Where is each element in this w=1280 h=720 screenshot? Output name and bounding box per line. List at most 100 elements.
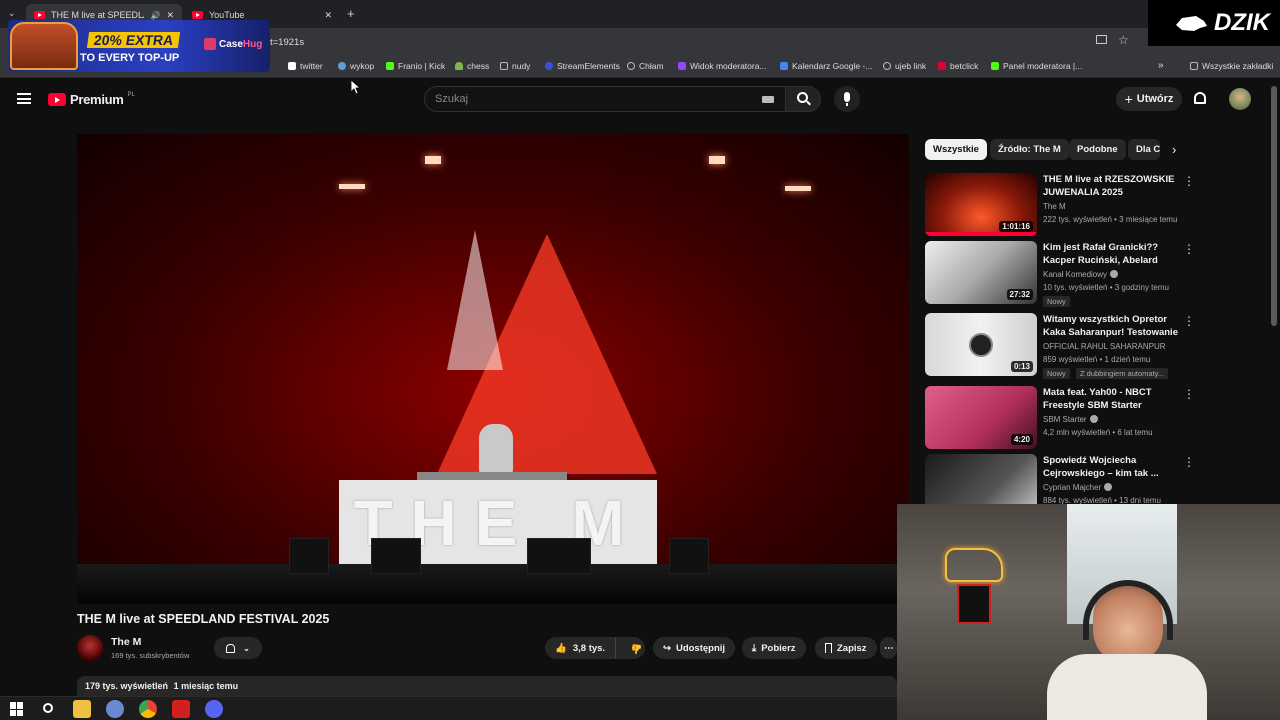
- region-code: PL: [127, 91, 135, 98]
- wykop-icon: [338, 62, 346, 70]
- share-button[interactable]: ↪ Udostępnij: [653, 637, 736, 659]
- channel-name[interactable]: The M: [111, 636, 141, 648]
- more-vertical-icon[interactable]: ⋮: [1183, 456, 1195, 470]
- dislike-button[interactable]: 👍: [621, 643, 653, 654]
- video-title[interactable]: Mata feat. Yah00 - NBCT Freestyle SBM St…: [1043, 386, 1183, 412]
- bookmark-chlam[interactable]: Chłam: [627, 61, 664, 71]
- keyboard-icon[interactable]: [762, 96, 774, 103]
- bookmarks-overflow-icon[interactable]: »: [1158, 60, 1164, 71]
- bookmark-ujeb-link[interactable]: ujeb link: [883, 61, 926, 71]
- bookmark-twitter[interactable]: twitter: [288, 61, 323, 71]
- bookmark-betclick[interactable]: betclick: [938, 61, 978, 71]
- speaker-stack: [371, 538, 421, 574]
- webcam-overlay: [897, 504, 1280, 720]
- channel-name[interactable]: Cyprian Majcher: [1043, 483, 1113, 492]
- folder-icon: [500, 62, 508, 70]
- streamer-body: [1047, 654, 1207, 720]
- channel-avatar[interactable]: [77, 635, 103, 661]
- casehug-cube-icon: [204, 38, 216, 50]
- app-icon[interactable]: [106, 700, 124, 718]
- speaker-icon[interactable]: 🔊: [150, 11, 160, 20]
- video-thumbnail[interactable]: 27:32: [925, 241, 1037, 304]
- chip-all[interactable]: Wszystkie: [925, 139, 987, 160]
- search-input[interactable]: Szukaj: [424, 86, 786, 112]
- recommendation-item[interactable]: 1:01:16 THE M live at RZESZOWSKIE JUWENA…: [925, 173, 1195, 239]
- search-placeholder: Szukaj: [435, 93, 469, 105]
- video-title[interactable]: Kim jest Rafał Granicki?? Kacper Rucińsk…: [1043, 241, 1183, 267]
- install-app-icon[interactable]: [1096, 35, 1107, 44]
- video-player[interactable]: THE M: [77, 134, 909, 604]
- new-badge: Nowy: [1043, 296, 1070, 307]
- youtube-premium-logo[interactable]: Premium PL: [48, 92, 135, 107]
- download-button[interactable]: ⤓ Pobierz: [742, 637, 806, 659]
- menu-icon[interactable]: [17, 93, 31, 104]
- recommendation-item[interactable]: Spowiedź Wojciecha Cejrowskiego – kim ta…: [925, 454, 1195, 504]
- chrome-icon[interactable]: [139, 700, 157, 718]
- page-scrollbar[interactable]: [1271, 86, 1277, 326]
- kick-icon: [386, 62, 394, 70]
- bookmark-kalendarz[interactable]: Kalendarz Google -...: [780, 61, 872, 71]
- taskbar-search-icon[interactable]: [40, 700, 58, 718]
- channel-name[interactable]: OFFICIAL RAHUL SAHARANPUR: [1043, 342, 1166, 351]
- chip-related[interactable]: Podobne: [1069, 139, 1126, 160]
- video-title[interactable]: Spowiedź Wojciecha Cejrowskiego – kim ta…: [1043, 454, 1183, 480]
- all-bookmarks[interactable]: Wszystkie zakładki: [1190, 61, 1273, 71]
- recommendation-item[interactable]: 4:20 Mata feat. Yah00 - NBCT Freestyle S…: [925, 386, 1195, 452]
- bookmark-widok-moderatora[interactable]: Widok moderatora...: [678, 61, 767, 71]
- more-actions-button[interactable]: ⋯: [880, 637, 897, 659]
- bookmark-streamelements[interactable]: StreamElements: [545, 61, 620, 71]
- video-thumbnail[interactable]: 1:01:16: [925, 173, 1037, 236]
- windows-start-icon[interactable]: [8, 700, 26, 718]
- search-button[interactable]: [785, 86, 821, 112]
- tab-search-icon[interactable]: ⌄: [8, 8, 16, 19]
- channel-name[interactable]: Kanał Komediowy: [1043, 270, 1119, 279]
- account-avatar[interactable]: [1229, 88, 1251, 110]
- treasure-chest-icon: [10, 22, 78, 70]
- bookmark-chess[interactable]: chess: [455, 61, 489, 71]
- channel-name[interactable]: SBM Starter: [1043, 415, 1098, 424]
- bookmark-wykop[interactable]: wykop: [338, 61, 374, 71]
- upload-date: 1 miesiąc temu: [173, 681, 239, 691]
- like-button[interactable]: 👍 3,8 tys.: [545, 637, 617, 659]
- bookmark-panel-moderatora[interactable]: Panel moderatora |...: [991, 61, 1082, 71]
- subscribe-notification-button[interactable]: ⌄: [214, 637, 262, 659]
- recommendation-item[interactable]: 0:13 Witamy wszystkich Opretor Kaka Saha…: [925, 313, 1195, 379]
- chip-for-you[interactable]: Dla C: [1128, 139, 1160, 160]
- chevron-right-icon[interactable]: ›: [1172, 142, 1176, 157]
- address-text: t=1921s: [270, 37, 305, 48]
- shelf-monitor: [957, 584, 991, 624]
- create-button[interactable]: + Utwórz: [1116, 87, 1182, 111]
- video-title[interactable]: Witamy wszystkich Opretor Kaka Saharanpu…: [1043, 313, 1183, 339]
- video-duration: 4:20: [1010, 434, 1033, 445]
- save-button[interactable]: Zapisz: [815, 637, 877, 659]
- casehug-logo: Case Hug: [204, 38, 262, 50]
- video-thumbnail[interactable]: 0:13: [925, 313, 1037, 376]
- file-explorer-icon[interactable]: [73, 700, 91, 718]
- voice-search-button[interactable]: [834, 86, 860, 112]
- more-vertical-icon[interactable]: ⋮: [1183, 315, 1195, 329]
- recommendation-item[interactable]: 27:32 Kim jest Rafał Granicki?? Kacper R…: [925, 241, 1195, 307]
- bookmark-kick[interactable]: Franio | Kick: [386, 61, 445, 71]
- channel-name[interactable]: The M: [1043, 202, 1066, 211]
- speaker-stack: [527, 538, 591, 574]
- more-vertical-icon[interactable]: ⋮: [1183, 388, 1195, 402]
- new-tab-icon[interactable]: +: [347, 6, 355, 21]
- notifications-bell-icon[interactable]: [1194, 92, 1206, 104]
- more-vertical-icon[interactable]: ⋮: [1183, 243, 1195, 257]
- subscriber-count: 169 tys. subskrybentów: [111, 651, 190, 660]
- obs-icon[interactable]: [172, 700, 190, 718]
- discord-icon[interactable]: [205, 700, 223, 718]
- windows-taskbar: [0, 696, 897, 720]
- video-meta: 222 tys. wyświetleń • 3 miesiące temu: [1043, 215, 1178, 224]
- video-thumbnail[interactable]: 4:20: [925, 386, 1037, 449]
- tab-close-icon[interactable]: ✕: [166, 10, 174, 21]
- chip-source[interactable]: Źródło: The M: [990, 139, 1069, 160]
- tab-close-icon[interactable]: ✕: [324, 10, 332, 21]
- more-vertical-icon[interactable]: ⋮: [1183, 175, 1195, 189]
- video-thumbnail[interactable]: [925, 454, 1037, 504]
- bookmark-nudy[interactable]: nudy: [500, 61, 530, 71]
- x-icon: [288, 62, 296, 70]
- bookmark-star-icon[interactable]: ☆: [1118, 33, 1129, 47]
- video-title[interactable]: THE M live at RZESZOWSKIE JUWENALIA 2025: [1043, 173, 1183, 199]
- bookmark-icon: [825, 643, 832, 653]
